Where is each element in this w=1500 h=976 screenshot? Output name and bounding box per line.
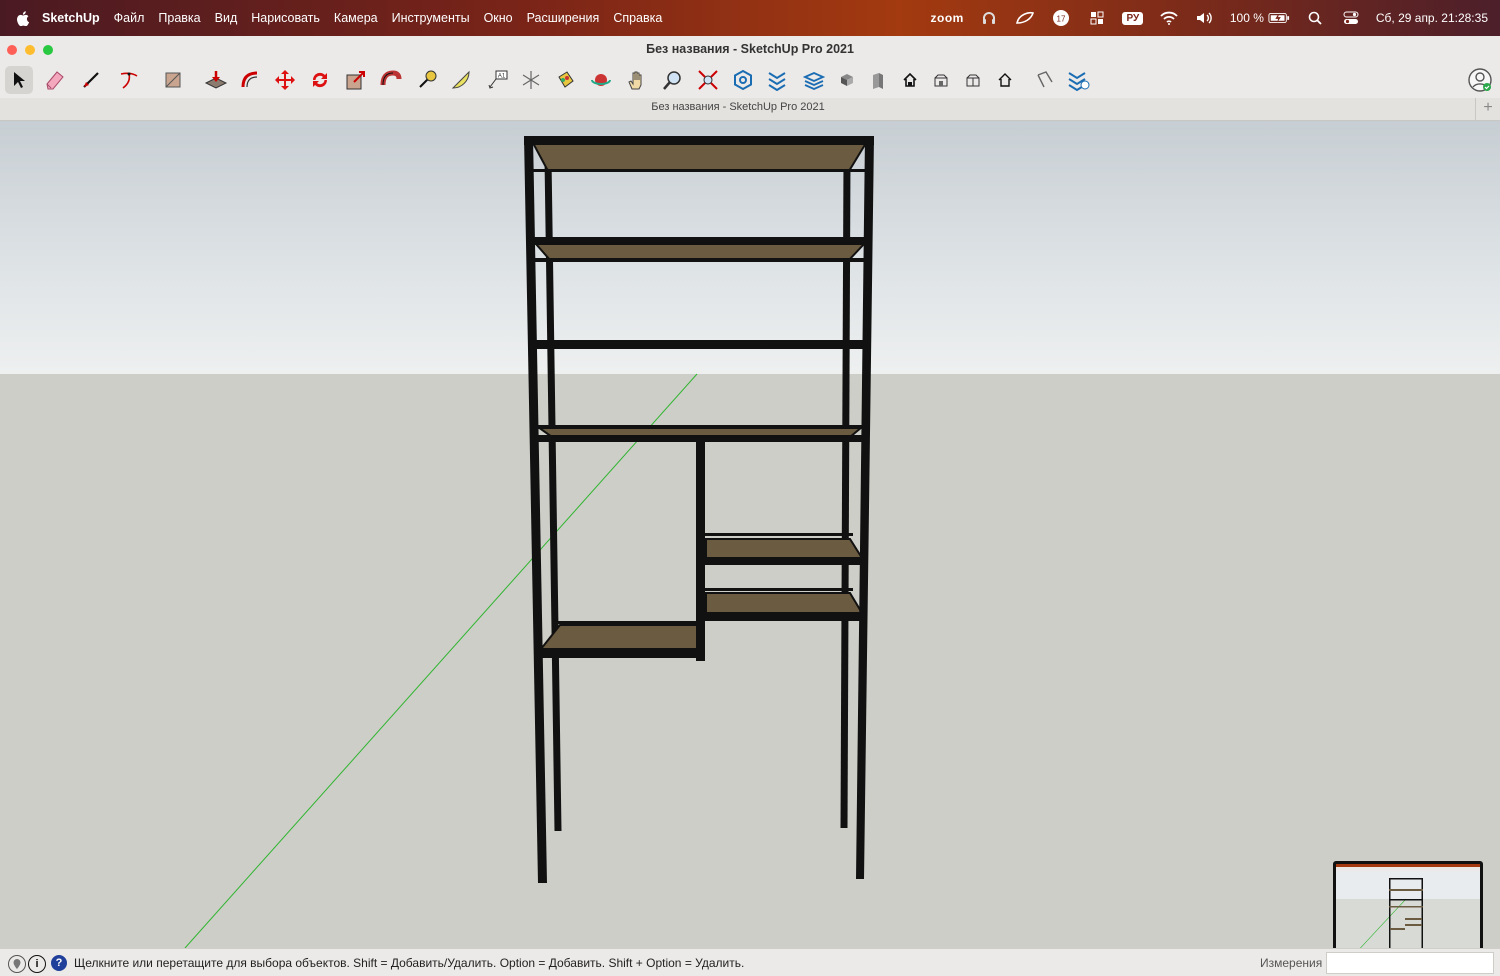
- notifications-badge-icon[interactable]: 17: [1050, 9, 1072, 27]
- front-view-button[interactable]: [927, 66, 955, 94]
- 3d-warehouse-button[interactable]: [729, 66, 757, 94]
- main-toolbar: A1: [0, 62, 1500, 98]
- protractor-tool-button[interactable]: [447, 66, 475, 94]
- back-view-button[interactable]: [991, 66, 1019, 94]
- battery-icon[interactable]: [1268, 9, 1290, 27]
- control-center-icon[interactable]: [1340, 9, 1362, 27]
- shelf-model[interactable]: [0, 121, 1500, 948]
- wifi-icon[interactable]: [1158, 9, 1180, 27]
- eraser-tool-button[interactable]: [40, 66, 68, 94]
- tape-measure-tool-button[interactable]: [413, 66, 441, 94]
- frame-top-rail: [524, 136, 874, 145]
- user-account-icon[interactable]: [1466, 66, 1494, 94]
- menu-help[interactable]: Справка: [613, 11, 662, 25]
- notifications-count: 17: [1056, 15, 1065, 24]
- line-tool-button[interactable]: [78, 66, 106, 94]
- scale-tool-button[interactable]: [342, 66, 370, 94]
- right-view-button[interactable]: [959, 66, 987, 94]
- zoom-menubar-icon[interactable]: zoom: [931, 11, 964, 25]
- status-hint-text: Щелкните или перетащите для выбора объек…: [74, 956, 745, 970]
- pan-tool-button[interactable]: [623, 66, 651, 94]
- follow-me-tool-button[interactable]: [377, 66, 405, 94]
- window-titlebar: Без названия - SketchUp Pro 2021: [0, 36, 1500, 62]
- select-tool-button[interactable]: [5, 66, 33, 94]
- shelf-rail-3: [536, 340, 867, 349]
- measurements-input[interactable]: [1326, 952, 1494, 974]
- volume-icon[interactable]: [1194, 9, 1216, 27]
- menu-draw[interactable]: Нарисовать: [251, 11, 320, 25]
- shelf-board-left-lower: [538, 624, 700, 650]
- window-title: Без названия - SketchUp Pro 2021: [646, 42, 854, 56]
- thumbnail-preview: [1336, 864, 1480, 948]
- text-tool-button[interactable]: A1: [484, 66, 512, 94]
- iso-view-button[interactable]: [864, 66, 892, 94]
- layout-button[interactable]: [800, 66, 828, 94]
- apple-logo-icon[interactable]: [16, 10, 30, 26]
- geo-location-icon[interactable]: [8, 955, 26, 973]
- axes-tool-button[interactable]: [517, 66, 545, 94]
- push-pull-tool-button[interactable]: [202, 66, 230, 94]
- menu-window[interactable]: Окно: [484, 11, 513, 25]
- menu-file[interactable]: Файл: [114, 11, 145, 25]
- menu-camera[interactable]: Камера: [334, 11, 378, 25]
- macos-menubar: SketchUp Файл Правка Вид Нарисовать Каме…: [0, 0, 1500, 36]
- window-grid-icon[interactable]: [1086, 9, 1108, 27]
- green-axis-line: [184, 373, 698, 948]
- rotate-tool-button[interactable]: [306, 66, 334, 94]
- menu-view[interactable]: Вид: [215, 11, 238, 25]
- offset-tool-button[interactable]: [236, 66, 264, 94]
- shelf-board-right-upper: [705, 538, 864, 559]
- move-tool-button[interactable]: [271, 66, 299, 94]
- battery-percentage[interactable]: 100 %: [1230, 11, 1264, 25]
- keyboard-layout-indicator[interactable]: РУ: [1122, 9, 1144, 27]
- shelf-rail-2: [531, 237, 868, 245]
- extension-manager-button[interactable]: [833, 66, 861, 94]
- headphones-icon[interactable]: [978, 9, 1000, 27]
- 3d-viewport[interactable]: [0, 121, 1500, 948]
- status-bar: i ? Щелкните или перетащите для выбора о…: [0, 948, 1500, 976]
- menu-extensions[interactable]: Расширения: [527, 11, 600, 25]
- shelf-board-right-lower: [705, 592, 864, 614]
- measurements-label: Измерения: [1260, 956, 1323, 970]
- menu-tools[interactable]: Инструменты: [392, 11, 470, 25]
- instructor-help-icon[interactable]: ?: [51, 955, 67, 971]
- top-view-button[interactable]: [896, 66, 924, 94]
- credits-info-icon[interactable]: i: [28, 955, 46, 973]
- keyboard-layout-label: РУ: [1122, 11, 1144, 25]
- document-tab-bar: Без названия - SketchUp Pro 2021 +: [0, 98, 1500, 121]
- extension-warehouse-button[interactable]: [763, 66, 791, 94]
- menubar-clock[interactable]: Сб, 29 апр. 21:28:35: [1376, 11, 1488, 25]
- shelf-board-2: [533, 243, 867, 261]
- spotlight-search-icon[interactable]: [1304, 9, 1326, 27]
- menubar-status-area: zoom 17 РУ 100 % Сб, 29 апр. 21:28:35: [931, 0, 1488, 36]
- add-tab-button[interactable]: +: [1475, 98, 1500, 120]
- rectangle-tool-button[interactable]: [160, 66, 188, 94]
- zoom-extents-tool-button[interactable]: [694, 66, 722, 94]
- shelf-board-top: [531, 142, 868, 172]
- arc-tool-button[interactable]: [117, 66, 145, 94]
- styles-button[interactable]: [1065, 66, 1093, 94]
- menu-edit[interactable]: Правка: [158, 11, 200, 25]
- section-plane-button[interactable]: [1031, 66, 1059, 94]
- orbit-tool-button[interactable]: [587, 66, 615, 94]
- middle-divider-post: [696, 439, 705, 661]
- cloud-leaf-icon[interactable]: [1014, 9, 1036, 27]
- menu-app-name[interactable]: SketchUp: [42, 11, 100, 25]
- svg-text:A1: A1: [498, 74, 506, 80]
- paint-bucket-tool-button[interactable]: [551, 66, 579, 94]
- document-tab[interactable]: Без названия - SketchUp Pro 2021: [0, 101, 1476, 113]
- navigation-thumbnail[interactable]: [1333, 861, 1483, 948]
- zoom-tool-button[interactable]: [658, 66, 686, 94]
